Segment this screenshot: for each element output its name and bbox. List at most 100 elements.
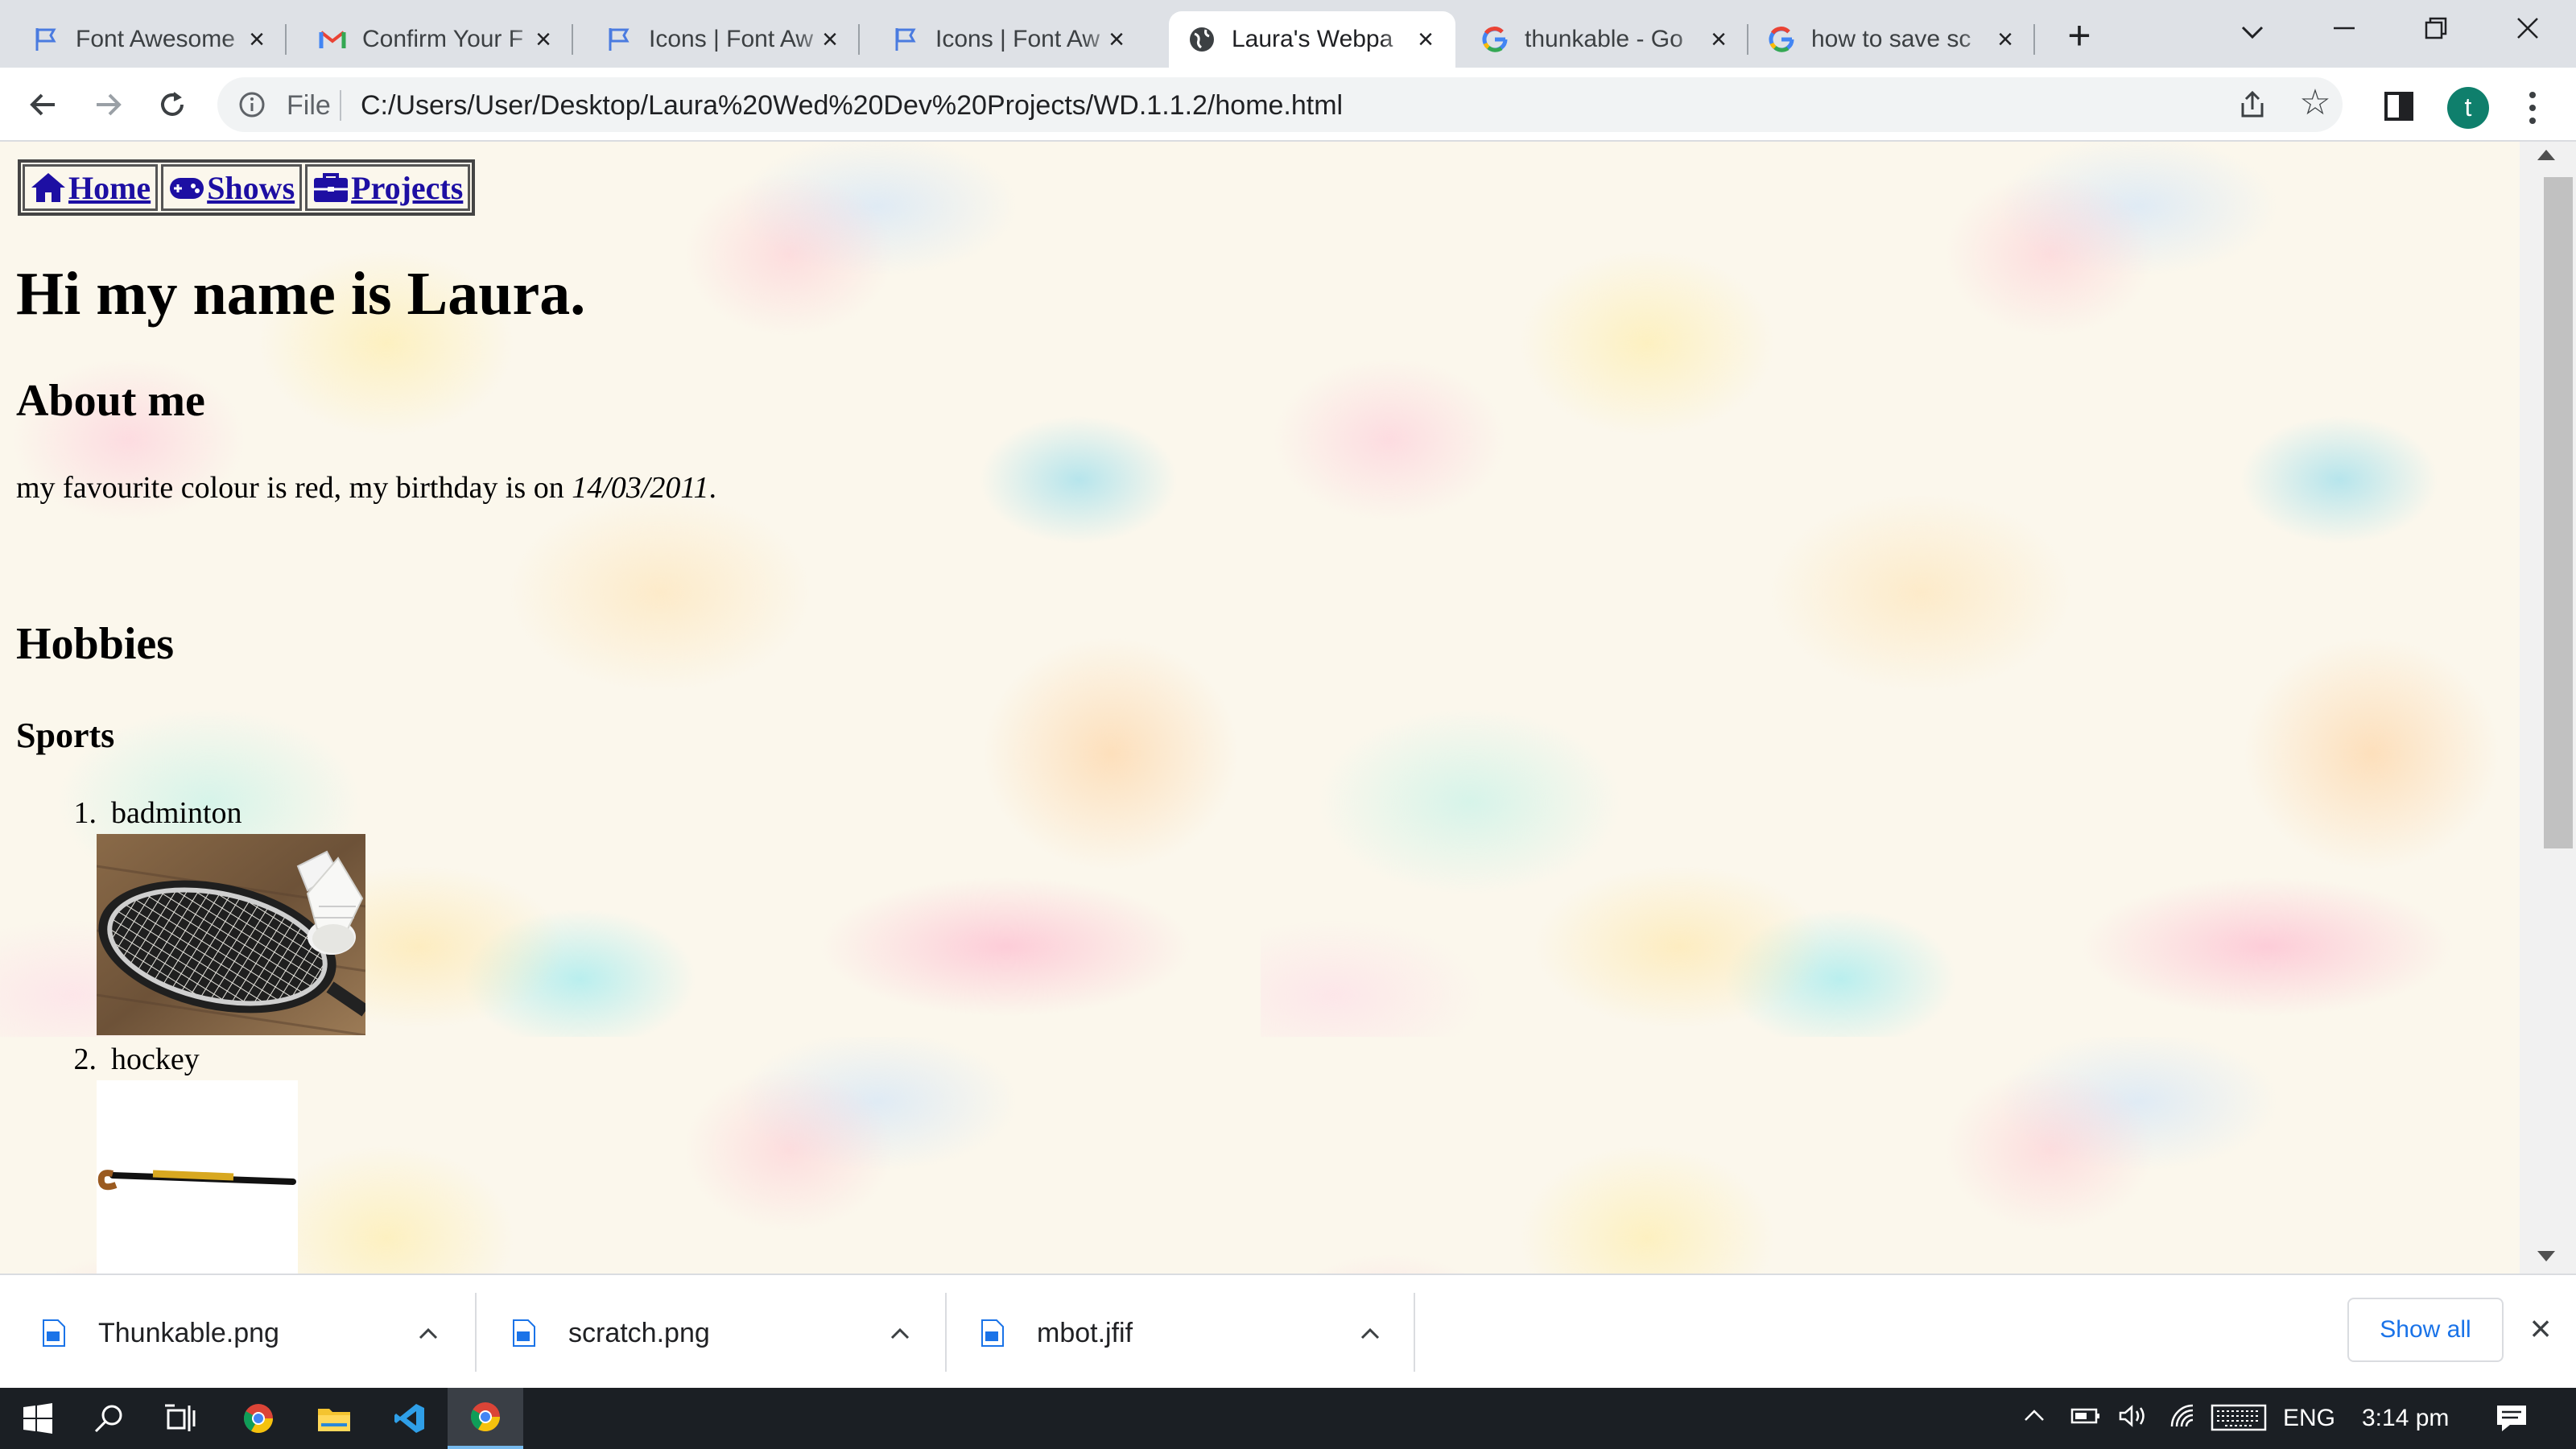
task-view-button[interactable] bbox=[143, 1388, 219, 1449]
side-panel-icon bbox=[2384, 92, 2413, 121]
task-view-icon bbox=[165, 1404, 196, 1431]
language-indicator[interactable]: ENG bbox=[2283, 1404, 2335, 1433]
house-icon bbox=[30, 171, 67, 204]
show-all-button[interactable]: Show all bbox=[2347, 1298, 2504, 1362]
taskbar-file-explorer[interactable] bbox=[296, 1388, 372, 1449]
close-tab-icon[interactable]: × bbox=[1104, 26, 1129, 53]
about-paragraph: my favourite colour is red, my birthday … bbox=[16, 470, 716, 506]
chevron-up-icon[interactable] bbox=[884, 1317, 916, 1349]
hobbies-heading: Hobbies bbox=[16, 619, 175, 669]
nav-label: Shows bbox=[207, 169, 295, 206]
profile-avatar[interactable]: t bbox=[2447, 87, 2489, 129]
chrome-icon bbox=[243, 1404, 273, 1434]
tab-strip: Font Awesome × Confirm Your F × Icons | … bbox=[0, 0, 2576, 68]
close-window-button[interactable] bbox=[2496, 11, 2560, 52]
flag-icon bbox=[892, 26, 919, 53]
close-icon[interactable]: × bbox=[2523, 1310, 2558, 1347]
download-item-thunkable[interactable]: Thunkable.png bbox=[42, 1293, 444, 1373]
reload-icon bbox=[161, 92, 184, 116]
close-tab-icon[interactable]: × bbox=[1993, 26, 2017, 53]
volume-icon[interactable] bbox=[2117, 1404, 2149, 1433]
clock[interactable]: 3:14 pm bbox=[2362, 1404, 2449, 1433]
battery-icon[interactable] bbox=[2070, 1404, 2103, 1433]
tab-icons-font-awesome-2[interactable]: Icons | Font Aw × bbox=[873, 11, 1146, 68]
arrow-right-icon bbox=[97, 93, 122, 116]
tab-font-awesome[interactable]: Font Awesome × bbox=[13, 11, 287, 68]
arrow-left-icon bbox=[30, 93, 55, 116]
taskbar-chrome-2[interactable] bbox=[448, 1388, 523, 1449]
list-item: 1. badminton bbox=[64, 795, 242, 831]
badminton-image bbox=[97, 834, 365, 1035]
google-icon bbox=[1768, 26, 1795, 53]
page-viewport: Home Shows Projects Hi my name is Laura.… bbox=[0, 142, 2520, 1274]
show-hidden-icons-chevron-icon[interactable] bbox=[2022, 1404, 2046, 1433]
list-item: 2. hockey bbox=[64, 1042, 200, 1077]
new-tab-button[interactable]: + bbox=[2059, 15, 2099, 58]
nav-link-shows[interactable]: Shows bbox=[161, 164, 303, 211]
reload-button[interactable] bbox=[148, 80, 196, 129]
share-icon[interactable] bbox=[2236, 89, 2268, 121]
minimize-icon bbox=[2334, 27, 2355, 30]
scroll-thumb[interactable] bbox=[2544, 177, 2573, 848]
touch-keyboard-icon[interactable] bbox=[2211, 1404, 2267, 1433]
forward-button[interactable] bbox=[84, 80, 132, 129]
nav-link-home[interactable]: Home bbox=[23, 164, 159, 211]
tab-lauras-webpage[interactable]: Laura's Webpa × bbox=[1169, 11, 1455, 68]
tab-separator bbox=[285, 24, 287, 55]
windows-logo-icon bbox=[23, 1403, 52, 1434]
gamepad-icon bbox=[168, 171, 205, 204]
taskbar-vscode[interactable] bbox=[372, 1388, 448, 1449]
scroll-down-arrow-icon[interactable] bbox=[2537, 1251, 2555, 1261]
tab-title: thunkable - Go bbox=[1525, 26, 1683, 52]
tab-icons-font-awesome-1[interactable]: Icons | Font Aw × bbox=[586, 11, 860, 68]
browser-menu-button[interactable] bbox=[2516, 89, 2549, 127]
sport-label: badminton bbox=[111, 796, 242, 830]
about-heading: About me bbox=[16, 376, 205, 426]
downloads-bar: Thunkable.png scratch.png mbot.jfif Show… bbox=[0, 1274, 2576, 1388]
search-button[interactable] bbox=[71, 1388, 147, 1449]
close-tab-icon[interactable]: × bbox=[1707, 26, 1731, 53]
scroll-up-arrow-icon[interactable] bbox=[2537, 150, 2555, 160]
flag-icon bbox=[605, 26, 633, 53]
chevron-up-icon[interactable] bbox=[1354, 1317, 1386, 1349]
vertical-scrollbar[interactable] bbox=[2520, 142, 2576, 1274]
nav-link-projects[interactable]: Projects bbox=[305, 164, 471, 211]
image-file-icon bbox=[42, 1319, 66, 1348]
list-number: 1. bbox=[73, 796, 97, 830]
tab-how-to-save[interactable]: how to save sc × bbox=[1748, 11, 2035, 68]
tab-thunkable-google[interactable]: thunkable - Go × bbox=[1462, 11, 1748, 68]
address-bar[interactable]: File C:/Users/User/Desktop/Laura%20Wed%2… bbox=[217, 77, 2343, 132]
download-item-mbot[interactable]: mbot.jfif bbox=[980, 1293, 1383, 1373]
close-tab-icon[interactable]: × bbox=[1414, 26, 1438, 53]
start-button[interactable] bbox=[0, 1388, 76, 1449]
restore-icon bbox=[2425, 17, 2447, 39]
restore-button[interactable] bbox=[2404, 11, 2468, 52]
site-nav: Home Shows Projects bbox=[18, 159, 476, 216]
close-tab-icon[interactable]: × bbox=[531, 26, 555, 53]
wifi-icon[interactable] bbox=[2169, 1404, 2198, 1433]
tab-confirm-your[interactable]: Confirm Your F × bbox=[299, 11, 573, 68]
back-button[interactable] bbox=[19, 80, 68, 129]
info-icon[interactable] bbox=[238, 91, 266, 118]
tab-separator bbox=[858, 24, 860, 55]
chevron-up-icon[interactable] bbox=[412, 1317, 444, 1349]
notifications-icon[interactable] bbox=[2496, 1404, 2528, 1433]
side-panel-button[interactable] bbox=[2383, 90, 2415, 122]
download-separator bbox=[945, 1293, 947, 1372]
briefcase-icon bbox=[312, 171, 349, 204]
url-text[interactable]: C:/Users/User/Desktop/Laura%20Wed%20Dev%… bbox=[361, 90, 1343, 122]
chrome-icon bbox=[470, 1402, 500, 1432]
omnibox-divider bbox=[340, 90, 341, 121]
taskbar-chrome-1[interactable] bbox=[221, 1388, 296, 1449]
tab-title: Confirm Your F bbox=[362, 26, 524, 52]
bookmark-star-icon[interactable]: ☆ bbox=[2297, 85, 2333, 121]
tab-title: Laura's Webpa bbox=[1232, 26, 1393, 52]
tab-search-button[interactable] bbox=[2220, 11, 2285, 52]
about-end: . bbox=[708, 471, 717, 505]
close-tab-icon[interactable]: × bbox=[245, 26, 269, 53]
minimize-button[interactable] bbox=[2312, 11, 2376, 52]
tab-title: Font Awesome bbox=[76, 26, 235, 52]
close-tab-icon[interactable]: × bbox=[818, 26, 842, 53]
image-file-icon bbox=[512, 1319, 536, 1348]
download-item-scratch[interactable]: scratch.png bbox=[512, 1293, 914, 1373]
